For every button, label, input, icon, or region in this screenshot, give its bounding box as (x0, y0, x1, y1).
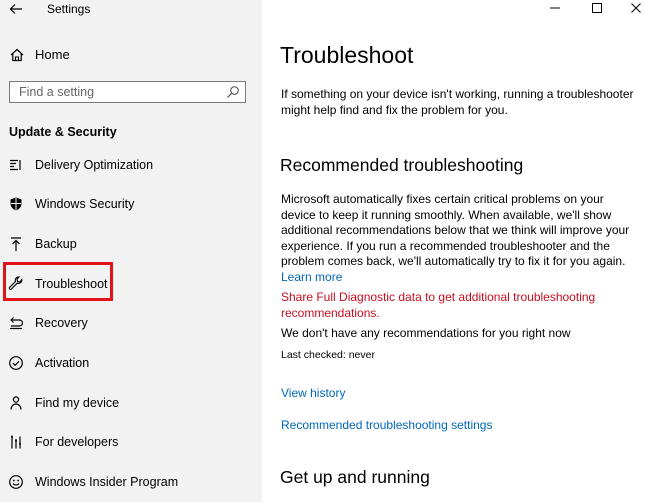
sidebar-item-label: Home (35, 47, 70, 62)
sidebar-item-label: Recovery (35, 316, 88, 330)
recommended-description: Microsoft automatically fixes certain cr… (281, 192, 636, 286)
close-icon (631, 3, 641, 13)
recommended-heading: Recommended troubleshooting (280, 155, 524, 175)
sidebar-item-delivery-optimization[interactable]: Delivery Optimization (0, 150, 262, 180)
developer-tools-icon (11, 435, 21, 449)
maximize-icon (592, 3, 602, 13)
sidebar-item-backup[interactable]: Backup (0, 229, 262, 259)
learn-more-link[interactable]: Learn more (281, 270, 342, 284)
shield-icon (10, 197, 22, 211)
search-box (9, 81, 246, 103)
sidebar-item-label: Windows Insider Program (35, 475, 179, 489)
view-history-link[interactable]: View history (281, 386, 636, 402)
back-arrow-icon (9, 4, 22, 14)
sidebar-item-activation[interactable]: Activation (0, 348, 262, 378)
sidebar-item-for-developers[interactable]: For developers (0, 427, 262, 457)
sidebar-item-recovery[interactable]: Recovery (0, 308, 262, 338)
search-input[interactable] (10, 82, 229, 102)
sidebar-item-troubleshoot[interactable]: Troubleshoot (0, 262, 262, 301)
sidebar-item-label: Windows Security (35, 197, 135, 211)
back-button[interactable] (6, 0, 26, 18)
sidebar-item-windows-security[interactable]: Windows Security (0, 189, 262, 219)
minimize-button[interactable] (540, 0, 570, 16)
wrench-icon (8, 276, 23, 290)
search-icon[interactable] (226, 85, 240, 99)
sidebar: Settings Home Update & Security Delivery… (0, 0, 262, 502)
find-device-icon (10, 396, 22, 410)
close-button[interactable] (621, 0, 650, 16)
minimize-icon (550, 7, 560, 9)
sidebar-item-label: For developers (35, 435, 119, 449)
get-up-and-running-heading: Get up and running (280, 467, 430, 487)
sidebar-item-label: Backup (35, 237, 77, 251)
app-title: Settings (47, 2, 91, 16)
section-heading: Update & Security (9, 125, 117, 139)
diagnostic-data-link[interactable]: Share Full Diagnostic data to get additi… (281, 290, 636, 321)
sidebar-item-label: Troubleshoot (35, 277, 108, 291)
sidebar-item-find-my-device[interactable]: Find my device (0, 388, 262, 418)
recommended-description-text: Microsoft automatically fixes certain cr… (281, 192, 630, 269)
intro-text: If something on your device isn't workin… (281, 87, 634, 117)
recovery-icon (10, 317, 24, 330)
sidebar-item-windows-insider-program[interactable]: Windows Insider Program (0, 467, 262, 497)
maximize-button[interactable] (582, 0, 612, 16)
activation-check-icon (9, 356, 23, 370)
page-title: Troubleshoot (280, 42, 414, 68)
sidebar-item-home[interactable]: Home (0, 44, 262, 66)
sidebar-item-label: Activation (35, 356, 90, 370)
no-recommendations-text: We don't have any recommendations for yo… (281, 326, 571, 340)
insider-smiley-icon (9, 475, 23, 489)
sidebar-item-label: Find my device (35, 396, 120, 410)
backup-arrow-icon (11, 237, 21, 251)
recommended-settings-link[interactable]: Recommended troubleshooting settings (281, 418, 636, 434)
home-icon (10, 48, 24, 62)
delivery-optimization-icon (10, 159, 21, 171)
sidebar-item-label: Delivery Optimization (35, 158, 154, 172)
last-checked-text: Last checked: never (281, 349, 375, 361)
